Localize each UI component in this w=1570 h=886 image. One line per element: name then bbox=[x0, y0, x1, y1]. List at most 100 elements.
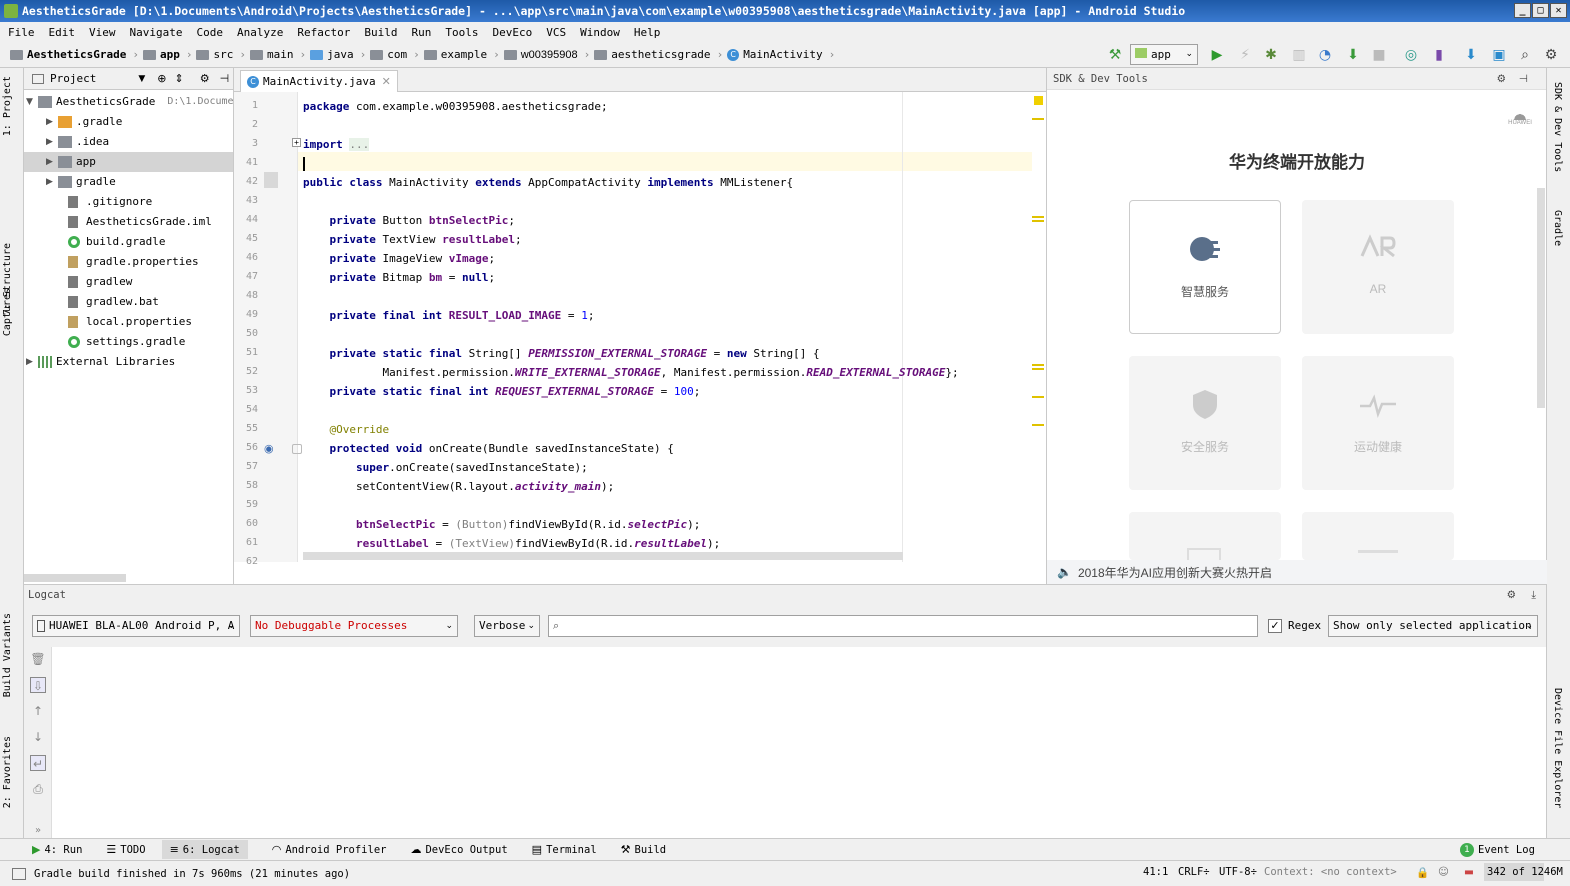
breadcrumb-item[interactable]: com › bbox=[370, 48, 420, 61]
search-field[interactable]: ⌕ bbox=[548, 615, 1258, 637]
tab-android-profiler[interactable]: ◠ Android Profiler bbox=[272, 843, 387, 856]
gear-icon[interactable]: ⚙ bbox=[1507, 585, 1516, 605]
chevron-right-icon[interactable]: ▶ bbox=[46, 132, 58, 152]
breadcrumb-item[interactable]: aestheticsgrade › bbox=[594, 48, 723, 61]
tab-todo[interactable]: ☰ TODO bbox=[106, 843, 145, 856]
tab-event-log[interactable]: 1 Event Log bbox=[1460, 842, 1535, 857]
news-banner[interactable]: 🔈 2018年华为AI应用创新大赛火热开启 bbox=[1047, 560, 1547, 584]
toggle-tool-windows-icon[interactable] bbox=[12, 867, 26, 880]
profile-icon[interactable]: ◔ bbox=[1316, 46, 1334, 64]
hide-panel-icon[interactable]: ⤓ bbox=[1531, 585, 1536, 605]
menu-edit[interactable]: Edit bbox=[49, 26, 76, 39]
chevron-right-icon[interactable]: ▶ bbox=[26, 352, 38, 372]
soft-wrap-icon[interactable]: ↵ bbox=[30, 755, 46, 771]
breadcrumb-item[interactable]: w00395908 › bbox=[503, 48, 590, 61]
log-output[interactable] bbox=[52, 647, 1546, 839]
tree-item[interactable]: AestheticsGrade.iml bbox=[68, 212, 212, 232]
arrow-down-icon[interactable]: ↓ bbox=[30, 729, 46, 745]
chevron-right-icon[interactable]: ▶ bbox=[46, 152, 58, 172]
menu-analyze[interactable]: Analyze bbox=[237, 26, 283, 39]
search-input[interactable] bbox=[565, 616, 1246, 635]
tab-logcat[interactable]: ≡ 6: Logcat bbox=[161, 840, 248, 859]
tree-item[interactable]: gradlew bbox=[68, 272, 132, 292]
minimize-button[interactable]: _ bbox=[1514, 3, 1531, 18]
scroll-from-source-icon[interactable]: ⊕ bbox=[157, 72, 166, 85]
coverage-icon[interactable]: ▥ bbox=[1290, 46, 1308, 64]
print-icon[interactable]: ⎙ bbox=[30, 781, 46, 797]
menu-vcs[interactable]: VCS bbox=[546, 26, 566, 39]
tree-item[interactable]: ▶ gradle bbox=[46, 172, 116, 192]
tree-item-selected[interactable]: ▶ app bbox=[24, 152, 233, 172]
project-tool-tab[interactable]: 1: Project bbox=[2, 76, 13, 136]
menu-help[interactable]: Help bbox=[634, 26, 661, 39]
run-config-select[interactable]: app ⌄ bbox=[1130, 44, 1198, 65]
line-separator[interactable]: CRLF÷ bbox=[1178, 866, 1210, 878]
chevron-right-icon[interactable]: ▶ bbox=[46, 172, 58, 192]
breadcrumb-item[interactable]: java › bbox=[310, 48, 366, 61]
make-project-icon[interactable]: ⚒ bbox=[1106, 46, 1124, 64]
breadcrumb-item[interactable]: C MainActivity › bbox=[727, 48, 835, 61]
tree-item[interactable]: gradle.properties bbox=[68, 252, 199, 272]
clear-log-icon[interactable]: 🗑 bbox=[30, 651, 46, 667]
warning-indicator-icon[interactable] bbox=[1034, 96, 1043, 105]
captures-tool-tab[interactable]: Captures bbox=[2, 288, 13, 336]
chevron-down-icon[interactable]: ▼ bbox=[138, 74, 145, 84]
card-health[interactable]: 运动健康 bbox=[1302, 356, 1454, 490]
hide-panel-icon[interactable]: ⊣ bbox=[220, 72, 230, 85]
tree-item[interactable]: ▶ External Libraries bbox=[26, 352, 175, 372]
notification-icon[interactable]: ▬ bbox=[1464, 866, 1474, 878]
tab-build[interactable]: ⚒ Build bbox=[621, 843, 666, 856]
scroll-to-end-icon[interactable]: ⇩ bbox=[30, 677, 46, 693]
device-file-explorer-tab[interactable]: Device File Explorer bbox=[1552, 688, 1563, 808]
project-view-select[interactable]: Project bbox=[50, 72, 96, 85]
tree-item[interactable]: ▶ .gradle bbox=[46, 112, 122, 132]
tree-item[interactable]: ▼ AestheticsGrade D:\1.Docume bbox=[26, 92, 234, 112]
memory-indicator[interactable]: 342 of 1246M bbox=[1484, 863, 1563, 881]
caret-position[interactable]: 41:1 bbox=[1143, 866, 1168, 878]
breadcrumb-item[interactable]: example › bbox=[423, 48, 500, 61]
vertical-scrollbar[interactable] bbox=[1537, 188, 1545, 408]
gear-icon[interactable]: ⚙ bbox=[200, 72, 210, 85]
hide-panel-icon[interactable]: ⊣ bbox=[1519, 68, 1528, 90]
chevron-down-icon[interactable]: ▼ bbox=[26, 92, 38, 112]
tree-item[interactable]: gradlew.bat bbox=[68, 292, 159, 312]
tab-mainactivity[interactable]: C MainActivity.java ✕ bbox=[240, 70, 398, 92]
maximize-button[interactable]: □ bbox=[1532, 3, 1549, 18]
status-message[interactable]: Gradle build finished in 7s 960ms (21 mi… bbox=[34, 868, 350, 880]
tree-item[interactable]: ▶ .idea bbox=[46, 132, 109, 152]
tab-deveco-output[interactable]: ☁ DevEco Output bbox=[410, 843, 507, 856]
sdk-manager-icon[interactable]: ⬇ bbox=[1462, 46, 1480, 64]
process-select[interactable]: No Debuggable Processes ⌄ bbox=[250, 615, 458, 637]
fold-collapse-icon[interactable] bbox=[292, 444, 302, 454]
override-marker-icon[interactable]: ◉ bbox=[264, 442, 278, 456]
card-iot[interactable] bbox=[1302, 512, 1454, 560]
debug-icon[interactable]: ✱ bbox=[1262, 46, 1280, 64]
apply-changes-icon[interactable]: ⚡ bbox=[1236, 46, 1254, 64]
tree-item[interactable]: build.gradle bbox=[68, 232, 165, 252]
chevron-right-icon[interactable]: ▶ bbox=[46, 112, 58, 132]
search-icon[interactable]: ⌕ bbox=[1516, 46, 1534, 64]
tree-item[interactable]: local.properties bbox=[68, 312, 192, 332]
card-ar[interactable]: AR bbox=[1302, 200, 1454, 334]
log-level-select[interactable]: Verbose ⌄ bbox=[474, 615, 540, 637]
gear-icon[interactable]: ⚙ bbox=[1497, 68, 1506, 90]
lock-icon[interactable]: 🔒 bbox=[1416, 866, 1429, 879]
sync-gradle-icon[interactable]: ◎ bbox=[1402, 46, 1420, 64]
tab-run[interactable]: ▶ 4: Run bbox=[32, 843, 82, 856]
more-icon[interactable]: » bbox=[30, 823, 46, 839]
breadcrumb-item[interactable]: AestheticsGrade › bbox=[10, 48, 139, 61]
device-select[interactable]: HUAWEI BLA-AL00 Android P, A ⌄ bbox=[32, 615, 240, 637]
project-structure-icon[interactable]: ▣ bbox=[1490, 46, 1508, 64]
card-media[interactable] bbox=[1129, 512, 1281, 560]
build-variants-tool-tab[interactable]: Build Variants bbox=[2, 613, 13, 697]
regex-checkbox[interactable]: ✓ bbox=[1268, 619, 1282, 633]
horizontal-scrollbar[interactable] bbox=[303, 552, 903, 560]
breadcrumb-item[interactable]: src › bbox=[196, 48, 246, 61]
implementation-icon[interactable] bbox=[264, 172, 278, 188]
tab-terminal[interactable]: ▤ Terminal bbox=[532, 843, 597, 856]
tree-item[interactable]: settings.gradle bbox=[68, 332, 185, 352]
menu-window[interactable]: Window bbox=[580, 26, 620, 39]
close-icon[interactable]: ✕ bbox=[382, 75, 391, 88]
menu-view[interactable]: View bbox=[89, 26, 116, 39]
menu-deveco[interactable]: DevEco bbox=[492, 26, 532, 39]
